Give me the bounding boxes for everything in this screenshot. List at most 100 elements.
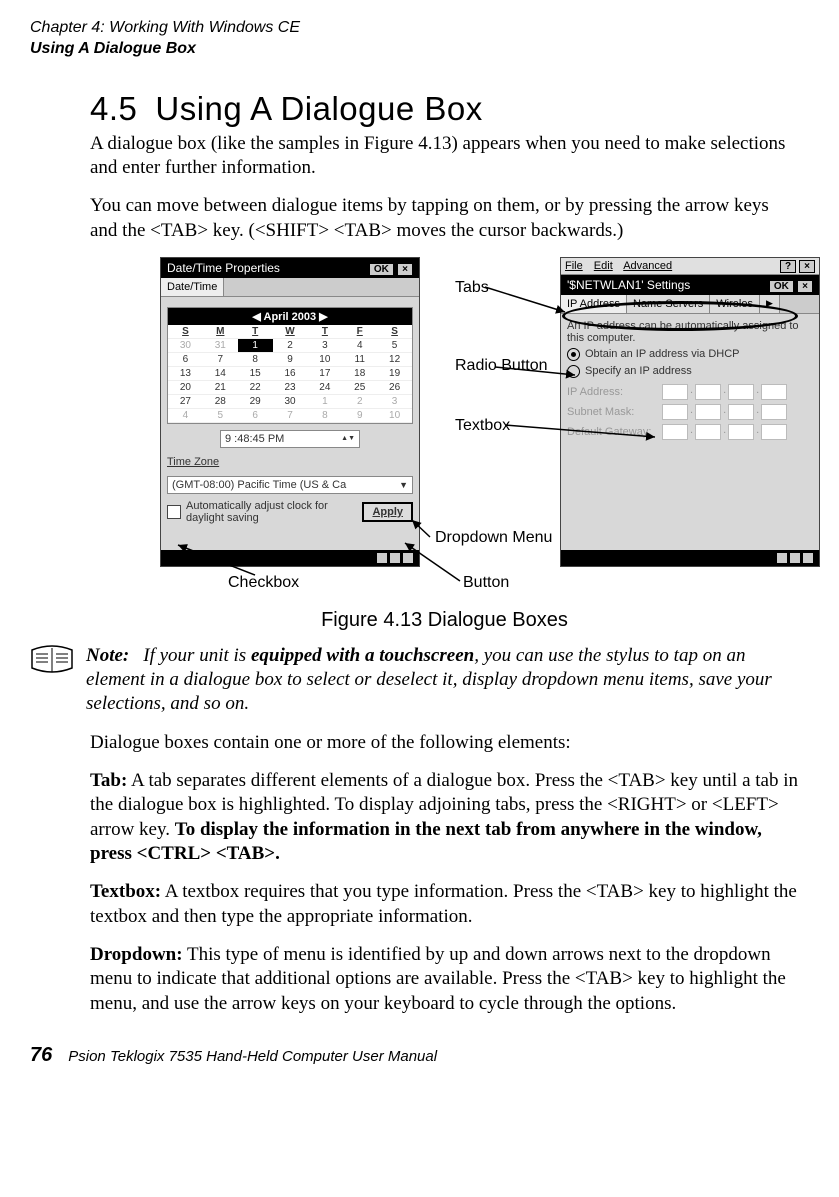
cal-day[interactable]: 22 bbox=[238, 381, 273, 395]
cal-day[interactable]: 21 bbox=[203, 381, 238, 395]
ip-octet[interactable] bbox=[662, 384, 688, 400]
tab-scroll-right[interactable]: ▶ bbox=[760, 295, 780, 313]
chapter-header: Chapter 4: Working With Windows CE Using… bbox=[30, 18, 809, 60]
dow: S bbox=[377, 325, 412, 339]
cal-day[interactable]: 2 bbox=[342, 395, 377, 409]
cal-day[interactable]: 24 bbox=[307, 381, 342, 395]
cal-day[interactable]: 14 bbox=[203, 367, 238, 381]
taskbar bbox=[561, 550, 819, 566]
note-icon bbox=[30, 644, 74, 679]
taskbar bbox=[161, 550, 419, 566]
apply-button[interactable]: Apply bbox=[362, 502, 413, 522]
gw-octet[interactable] bbox=[761, 424, 787, 440]
month-next-icon[interactable]: ▶ bbox=[319, 311, 327, 323]
mask-octet[interactable] bbox=[662, 404, 688, 420]
menu-file[interactable]: File bbox=[565, 260, 583, 272]
cal-day[interactable]: 30 bbox=[273, 395, 308, 409]
callout-tabs: Tabs bbox=[455, 279, 489, 297]
cal-day[interactable]: 18 bbox=[342, 367, 377, 381]
menu-advanced[interactable]: Advanced bbox=[623, 260, 672, 272]
time-input[interactable]: 9 :48:45 PM ▲▼ bbox=[220, 430, 360, 448]
def-dropdown: Dropdown: This type of menu is identifie… bbox=[90, 943, 799, 1016]
cal-day[interactable]: 1 bbox=[307, 395, 342, 409]
ok-button[interactable]: OK bbox=[369, 263, 394, 276]
def-dropdown-body: This type of menu is identified by up an… bbox=[90, 944, 786, 1014]
cal-day[interactable]: 27 bbox=[168, 395, 203, 409]
cal-day[interactable]: 5 bbox=[203, 409, 238, 423]
close-button[interactable]: × bbox=[797, 280, 813, 293]
cal-day[interactable]: 10 bbox=[307, 353, 342, 367]
cal-day[interactable]: 7 bbox=[203, 353, 238, 367]
intro-paragraph-2: You can move between dialogue items by t… bbox=[90, 194, 799, 243]
cal-day[interactable]: 30 bbox=[168, 339, 203, 353]
close-button[interactable]: × bbox=[397, 263, 413, 276]
cal-day[interactable]: 7 bbox=[273, 409, 308, 423]
cal-day[interactable]: 2 bbox=[273, 339, 308, 353]
cal-day[interactable]: 6 bbox=[238, 409, 273, 423]
cal-day[interactable]: 16 bbox=[273, 367, 308, 381]
def-textbox: Textbox: A textbox requires that you typ… bbox=[90, 880, 799, 929]
cal-day[interactable]: 5 bbox=[377, 339, 412, 353]
cal-day[interactable]: 20 bbox=[168, 381, 203, 395]
cal-day[interactable]: 11 bbox=[342, 353, 377, 367]
cal-day[interactable]: 3 bbox=[307, 339, 342, 353]
radio-specify[interactable] bbox=[567, 365, 580, 378]
gw-octet[interactable] bbox=[662, 424, 688, 440]
cal-day[interactable]: 12 bbox=[377, 353, 412, 367]
ok-button[interactable]: OK bbox=[769, 280, 794, 293]
cal-day[interactable]: 8 bbox=[238, 353, 273, 367]
cal-day[interactable]: 25 bbox=[342, 381, 377, 395]
mask-octet[interactable] bbox=[761, 404, 787, 420]
cal-day[interactable]: 28 bbox=[203, 395, 238, 409]
cal-day[interactable]: 23 bbox=[273, 381, 308, 395]
timezone-value: (GMT-08:00) Pacific Time (US & Ca bbox=[172, 479, 346, 491]
timezone-dropdown[interactable]: (GMT-08:00) Pacific Time (US & Ca ▼ bbox=[167, 476, 413, 494]
cal-day[interactable]: 9 bbox=[342, 409, 377, 423]
cal-day[interactable]: 10 bbox=[377, 409, 412, 423]
cal-day[interactable]: 9 bbox=[273, 353, 308, 367]
cal-day[interactable]: 19 bbox=[377, 367, 412, 381]
close-button[interactable]: × bbox=[799, 260, 815, 273]
cal-day-selected[interactable]: 1 bbox=[238, 339, 273, 353]
help-button[interactable]: ? bbox=[780, 260, 796, 273]
cal-day[interactable]: 31 bbox=[203, 339, 238, 353]
cal-day[interactable]: 13 bbox=[168, 367, 203, 381]
gw-octet[interactable] bbox=[728, 424, 754, 440]
ip-octet[interactable] bbox=[695, 384, 721, 400]
callout-textbox: Textbox bbox=[455, 417, 510, 435]
note-label: Note: bbox=[86, 645, 129, 666]
taskbar-icon bbox=[377, 553, 387, 563]
menu-edit[interactable]: Edit bbox=[594, 260, 613, 272]
tab-wireless[interactable]: Wireles bbox=[710, 295, 760, 313]
tab-date-time[interactable]: Date/Time bbox=[161, 278, 224, 296]
callout-button: Button bbox=[463, 574, 509, 592]
mask-octet[interactable] bbox=[695, 404, 721, 420]
cal-day[interactable]: 6 bbox=[168, 353, 203, 367]
cal-day[interactable]: 17 bbox=[307, 367, 342, 381]
radio-dhcp[interactable] bbox=[567, 348, 580, 361]
chapter-line: Chapter 4: Working With Windows CE bbox=[30, 18, 809, 39]
spinner-icon[interactable]: ▲▼ bbox=[341, 436, 355, 442]
mask-octet[interactable] bbox=[728, 404, 754, 420]
cal-day[interactable]: 15 bbox=[238, 367, 273, 381]
note-body-prefix: If your unit is bbox=[143, 645, 251, 666]
ip-octet[interactable] bbox=[728, 384, 754, 400]
tab-ip-address[interactable]: IP Address bbox=[561, 295, 627, 313]
cal-day[interactable]: 3 bbox=[377, 395, 412, 409]
month-prev-icon[interactable]: ◀ bbox=[252, 311, 260, 323]
taskbar-icon bbox=[777, 553, 787, 563]
ip-octet[interactable] bbox=[761, 384, 787, 400]
def-tab-bold: To display the information in the next t… bbox=[90, 819, 762, 864]
cal-day[interactable]: 26 bbox=[377, 381, 412, 395]
tab-name-servers[interactable]: Name Servers bbox=[627, 295, 710, 313]
cal-day[interactable]: 8 bbox=[307, 409, 342, 423]
subject-line: Using A Dialogue Box bbox=[30, 39, 809, 60]
gw-octet[interactable] bbox=[695, 424, 721, 440]
daylight-checkbox[interactable] bbox=[167, 505, 181, 519]
cal-day[interactable]: 4 bbox=[342, 339, 377, 353]
section-number: 4.5 bbox=[90, 90, 137, 127]
cal-day[interactable]: 29 bbox=[238, 395, 273, 409]
month-label: April 2003 bbox=[264, 311, 317, 323]
cal-day[interactable]: 4 bbox=[168, 409, 203, 423]
screenshot-network-settings: File Edit Advanced ? × '$NETWLAN1' Setti… bbox=[560, 257, 820, 567]
